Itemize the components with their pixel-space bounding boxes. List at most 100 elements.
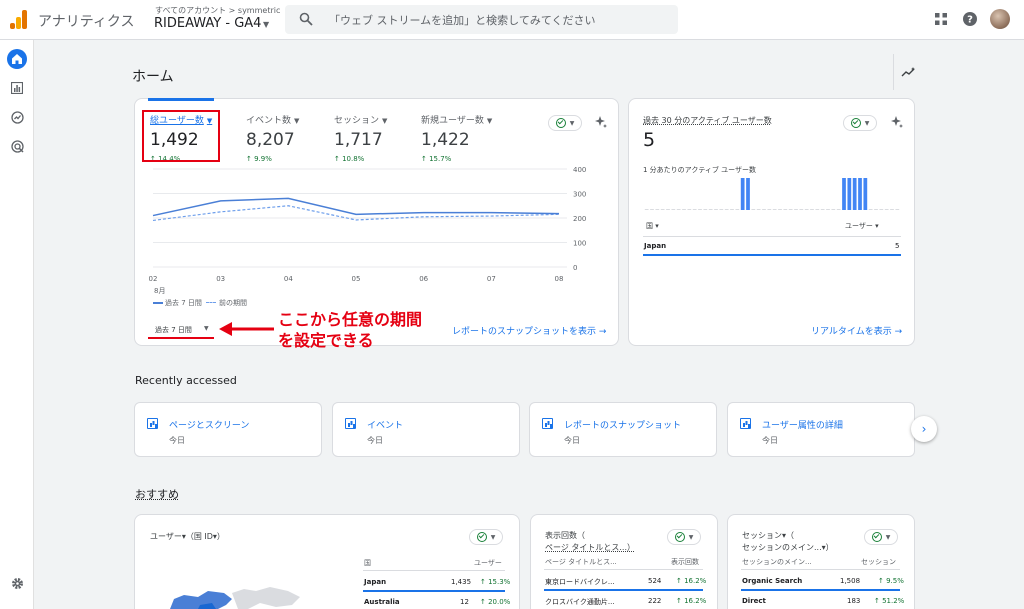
realtime-subtitle: 1 分あたりのアクティブ ユーザー数	[643, 165, 756, 175]
x-axis-month-label: 8月	[154, 286, 165, 296]
sparkle-insights-icon[interactable]	[890, 115, 904, 129]
realtime-minute-bar	[879, 209, 883, 210]
realtime-minute-bar	[842, 178, 846, 210]
recent-item-demographics[interactable]: ユーザー属性の詳細 今日	[727, 402, 915, 457]
compare-status-button[interactable]: ▼	[548, 115, 582, 131]
realtime-minute-bar	[826, 209, 830, 210]
x-tick-label: 02	[149, 275, 158, 283]
views-card-title-2[interactable]: ページ タイトルとス...）	[545, 542, 635, 553]
search-bar[interactable]: 「ウェブ ストリームを追加」と検索してみてください	[285, 5, 678, 34]
x-tick-label: 08	[555, 275, 564, 283]
realtime-minute-bar	[895, 209, 899, 210]
compare-status-button[interactable]: ▼	[667, 529, 701, 545]
chevron-down-icon[interactable]: ▼	[382, 117, 387, 125]
apps-grid-icon[interactable]	[933, 11, 949, 27]
row-name: Japan	[364, 578, 386, 586]
metric-value: 1,422	[421, 130, 492, 150]
metric-event-count[interactable]: イベント数 ▼ 8,207 ↑ 9.9%	[246, 113, 299, 163]
row-bar	[363, 590, 505, 592]
view-realtime-label: リアルタイムを表示	[811, 327, 892, 337]
y-tick-label: 0	[573, 264, 577, 272]
realtime-value: 5	[643, 129, 655, 151]
col-label: 国	[646, 222, 653, 230]
compare-status-button[interactable]: ▼	[843, 115, 877, 131]
sparkle-insights-icon[interactable]	[594, 115, 608, 129]
views-card-title-1: 表示回数（	[545, 530, 585, 541]
metric-label: 新規ユーザー数	[421, 116, 484, 126]
chevron-down-icon: ▼	[886, 534, 891, 541]
row-name: Direct	[742, 597, 766, 605]
realtime-minute-bar	[687, 209, 691, 210]
metric-value: 8,207	[246, 130, 299, 150]
check-circle-icon	[675, 532, 685, 542]
sessions-card-title-2[interactable]: セッションのメイン...▾）	[742, 542, 834, 553]
realtime-minute-bar	[767, 209, 771, 210]
metric-sessions[interactable]: セッション ▼ 1,717 ↑ 10.8%	[334, 113, 387, 163]
realtime-minute-bar	[789, 209, 793, 210]
view-snapshot-link[interactable]: レポートのスナップショットを表示 →	[452, 324, 606, 337]
realtime-minute-bar	[805, 209, 809, 210]
sessions-card-title-1[interactable]: セッション▾（	[742, 530, 794, 541]
chevron-down-icon: ▾	[655, 222, 659, 230]
property-selector[interactable]: RIDEAWAY - GA4	[154, 16, 261, 31]
metric-new-users[interactable]: 新規ユーザー数 ▼ 1,422 ↑ 15.7%	[421, 113, 492, 163]
realtime-col-users[interactable]: ユーザー ▾	[845, 221, 879, 231]
recent-item-snapshot[interactable]: レポートのスナップショット 今日	[529, 402, 717, 457]
col-header-sessions: セッション	[861, 557, 896, 567]
recent-item-events[interactable]: イベント 今日	[332, 402, 520, 457]
chevron-down-icon: ▼	[865, 120, 870, 127]
metric-change: ↑ 9.9%	[246, 155, 299, 163]
realtime-row-value: 5	[895, 242, 899, 250]
realtime-col-country[interactable]: 国 ▾	[646, 221, 659, 231]
realtime-minute-bar	[682, 209, 686, 210]
metric-label: イベント数	[246, 116, 291, 126]
view-snapshot-label: レポートのスナップショットを表示	[452, 327, 596, 337]
legend-previous-swatch	[206, 302, 216, 303]
realtime-minute-bar	[815, 209, 819, 210]
chevron-down-icon: ▾	[875, 222, 879, 230]
view-realtime-link[interactable]: リアルタイムを表示 →	[811, 324, 902, 337]
realtime-title: 過去 30 分のアクティブ ユーザー数	[643, 115, 772, 126]
row-name: Australia	[364, 598, 400, 606]
chevron-down-icon[interactable]: ▼	[487, 117, 492, 125]
date-range-selector[interactable]: 過去 7 日間	[155, 325, 192, 335]
settings-gear-icon[interactable]	[7, 573, 27, 593]
reports-icon[interactable]	[7, 78, 27, 98]
chevron-down-icon[interactable]: ▼	[263, 20, 269, 29]
chevron-down-icon[interactable]: ▼	[204, 325, 209, 332]
divider	[643, 236, 901, 237]
col-header-country: 国	[364, 558, 371, 568]
realtime-minute-bar	[757, 209, 761, 210]
next-arrow-icon[interactable]: ›	[911, 416, 937, 442]
home-icon[interactable]	[7, 49, 27, 69]
help-icon[interactable]: ?	[962, 11, 978, 27]
row-value: 222	[648, 597, 661, 605]
report-icon	[345, 418, 356, 429]
row-value: 183	[847, 597, 860, 605]
realtime-minute-bar	[853, 178, 857, 210]
legend-current-swatch	[153, 302, 163, 304]
avatar[interactable]	[990, 9, 1010, 29]
realtime-minute-bar	[831, 209, 835, 210]
row-change: ↑ 16.2%	[676, 597, 706, 605]
row-change: ↑ 9.5%	[878, 577, 904, 585]
col-label: ユーザー	[845, 222, 873, 230]
check-circle-icon	[851, 118, 861, 128]
svg-text:?: ?	[967, 15, 973, 26]
users-card-title[interactable]: ユーザー▾（国 ID▾）	[150, 531, 225, 542]
explore-icon[interactable]	[7, 107, 27, 127]
compare-status-button[interactable]: ▼	[864, 529, 898, 545]
chevron-down-icon[interactable]: ▼	[294, 117, 299, 125]
advertising-icon[interactable]	[7, 136, 27, 156]
app-name: アナリティクス	[38, 11, 134, 31]
realtime-minute-bar	[874, 209, 878, 210]
recent-item-pages-screens[interactable]: ページとスクリーン 今日	[134, 402, 322, 457]
search-input[interactable]: 「ウェブ ストリームを追加」と検索してみてください	[329, 12, 596, 28]
row-value: 1,435	[451, 578, 471, 586]
recent-item-title: ユーザー属性の詳細	[762, 418, 843, 431]
compare-status-button[interactable]: ▼	[469, 529, 503, 545]
account-breadcrumb[interactable]: すべてのアカウント > symmetric	[155, 5, 280, 16]
insights-button[interactable]	[893, 54, 923, 90]
check-circle-icon	[556, 118, 566, 128]
analytics-logo-icon[interactable]	[10, 9, 28, 29]
